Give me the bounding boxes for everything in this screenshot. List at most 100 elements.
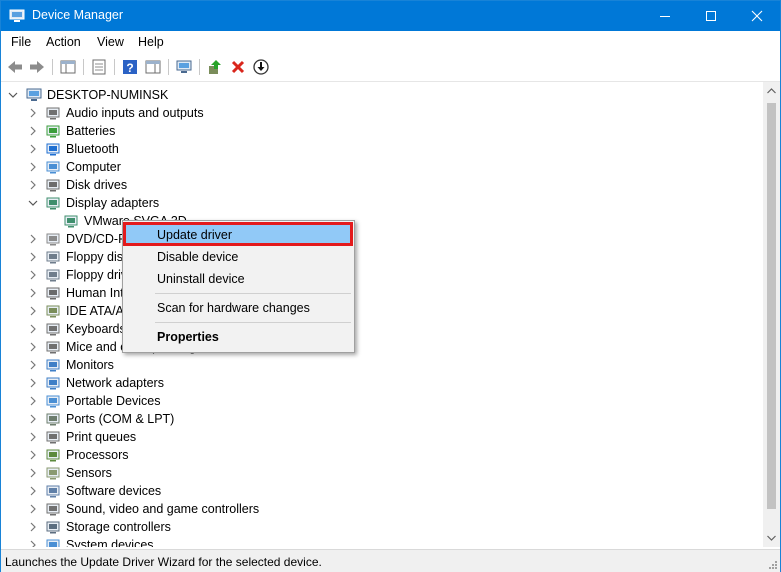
tree-category-item[interactable]: Display adapters xyxy=(2,194,763,212)
computer-name: DESKTOP-NUMINSK xyxy=(47,88,169,102)
toolbar-separator xyxy=(199,59,200,75)
title-bar[interactable]: Device Manager xyxy=(1,1,780,31)
tree-category-item[interactable]: Storage controllers xyxy=(2,518,763,536)
chevron-right-icon[interactable] xyxy=(28,450,38,460)
tree-category-item[interactable]: DVD/CD-ROM drives xyxy=(2,230,763,248)
chevron-right-icon[interactable] xyxy=(28,126,38,136)
tree-category-item[interactable]: Software devices xyxy=(2,482,763,500)
scan-hardware-icon[interactable] xyxy=(175,58,193,76)
chevron-right-icon[interactable] xyxy=(28,432,38,442)
tree-category-item[interactable]: Keyboards xyxy=(2,320,763,338)
chevron-right-icon[interactable] xyxy=(28,378,38,388)
tree-category-item[interactable]: Mice and other pointing devices xyxy=(2,338,763,356)
tree-root[interactable]: DESKTOP-NUMINSK xyxy=(2,86,763,104)
chevron-right-icon[interactable] xyxy=(28,540,38,547)
toolbar-separator xyxy=(83,59,84,75)
sensor-icon xyxy=(46,467,60,480)
ide-controller-icon xyxy=(46,305,60,318)
chevron-right-icon[interactable] xyxy=(28,306,38,316)
maximize-button[interactable] xyxy=(688,1,734,31)
chevron-right-icon[interactable] xyxy=(28,288,38,298)
tree-category-item[interactable]: Sensors xyxy=(2,464,763,482)
tree-category-item[interactable]: System devices xyxy=(2,536,763,547)
chevron-right-icon[interactable] xyxy=(28,522,38,532)
menu-help[interactable]: Help xyxy=(138,35,164,49)
chevron-right-icon[interactable] xyxy=(28,108,38,118)
resize-grip-icon[interactable] xyxy=(767,559,777,569)
uninstall-device-menu-item[interactable]: Uninstall device xyxy=(124,268,353,290)
chevron-right-icon[interactable] xyxy=(28,468,38,478)
chevron-right-icon[interactable] xyxy=(28,486,38,496)
menu-action[interactable]: Action xyxy=(46,35,81,49)
back-arrow-icon[interactable] xyxy=(6,58,24,76)
menu-file[interactable]: File xyxy=(11,35,31,49)
device-tree[interactable]: DESKTOP-NUMINSK Audio inputs and outputs… xyxy=(2,82,763,547)
tree-item-label: Audio inputs and outputs xyxy=(66,106,204,120)
properties-icon[interactable] xyxy=(90,58,108,76)
chevron-right-icon[interactable] xyxy=(28,162,38,172)
action-pane-icon[interactable] xyxy=(144,58,162,76)
tree-category-item[interactable]: Monitors xyxy=(2,356,763,374)
storage-controller-icon xyxy=(46,521,60,534)
tree-item-label: Portable Devices xyxy=(66,394,161,408)
tree-device-item[interactable]: VMware SVGA 3D xyxy=(2,212,763,230)
chevron-right-icon[interactable] xyxy=(28,360,38,370)
update-driver-icon[interactable] xyxy=(206,58,224,76)
tree-category-item[interactable]: Disk drives xyxy=(2,176,763,194)
tree-category-item[interactable]: Ports (COM & LPT) xyxy=(2,410,763,428)
tree-category-item[interactable]: Bluetooth xyxy=(2,140,763,158)
scroll-down-icon[interactable] xyxy=(767,535,776,541)
vertical-scrollbar[interactable] xyxy=(763,82,780,547)
uninstall-icon[interactable] xyxy=(229,58,247,76)
forward-arrow-icon[interactable] xyxy=(28,58,46,76)
chevron-right-icon[interactable] xyxy=(28,234,38,244)
chevron-right-icon[interactable] xyxy=(28,144,38,154)
chevron-down-icon[interactable] xyxy=(28,198,38,208)
chevron-right-icon[interactable] xyxy=(28,324,38,334)
dvd-drive-icon xyxy=(46,233,60,246)
update-driver-menu-item[interactable]: Update driver xyxy=(124,224,353,246)
disable-device-menu-item[interactable]: Disable device xyxy=(124,246,353,268)
tree-category-item[interactable]: Processors xyxy=(2,446,763,464)
tree-category-item[interactable]: Sound, video and game controllers xyxy=(2,500,763,518)
menu-bar: File Action View Help xyxy=(1,31,780,53)
chevron-right-icon[interactable] xyxy=(28,414,38,424)
properties-menu-item[interactable]: Properties xyxy=(124,326,353,348)
chevron-right-icon[interactable] xyxy=(28,270,38,280)
tree-category-item[interactable]: Human Interface Devices xyxy=(2,284,763,302)
scan-hardware-menu-item[interactable]: Scan for hardware changes xyxy=(124,297,353,319)
tree-item-label: Sensors xyxy=(66,466,112,480)
chevron-right-icon[interactable] xyxy=(28,396,38,406)
printer-icon xyxy=(46,431,60,444)
minimize-button[interactable] xyxy=(642,1,688,31)
close-button[interactable] xyxy=(734,1,780,31)
tree-category-item[interactable]: Portable Devices xyxy=(2,392,763,410)
tree-category-item[interactable]: Print queues xyxy=(2,428,763,446)
chevron-right-icon[interactable] xyxy=(28,180,38,190)
chevron-right-icon[interactable] xyxy=(28,252,38,262)
tree-category-item[interactable]: Network adapters xyxy=(2,374,763,392)
tree-category-item[interactable]: IDE ATA/ATAPI controllers xyxy=(2,302,763,320)
scrollbar-thumb[interactable] xyxy=(767,103,776,509)
tree-category-item[interactable]: Audio inputs and outputs xyxy=(2,104,763,122)
speaker-icon xyxy=(46,107,60,120)
tree-category-item[interactable]: Floppy disk controllers xyxy=(2,248,763,266)
chevron-right-icon[interactable] xyxy=(28,342,38,352)
tree-item-label: Keyboards xyxy=(66,322,126,336)
show-hide-console-tree-icon[interactable] xyxy=(59,58,77,76)
tree-category-item[interactable]: Batteries xyxy=(2,122,763,140)
chevron-down-icon[interactable] xyxy=(8,90,18,100)
scroll-up-icon[interactable] xyxy=(767,88,776,94)
chevron-right-icon[interactable] xyxy=(28,504,38,514)
toolbar-separator xyxy=(52,59,53,75)
enable-device-icon[interactable] xyxy=(252,58,270,76)
tree-category-item[interactable]: Computer xyxy=(2,158,763,176)
tree-item-label: Ports (COM & LPT) xyxy=(66,412,175,426)
tree-category-item[interactable]: Floppy drive xyxy=(2,266,763,284)
help-icon[interactable]: ? xyxy=(121,58,139,76)
tree-item-label: Bluetooth xyxy=(66,142,119,156)
tree-item-label: System devices xyxy=(66,538,154,547)
minimize-icon xyxy=(660,16,670,17)
menu-view[interactable]: View xyxy=(97,35,124,49)
tree-item-label: Monitors xyxy=(66,358,114,372)
